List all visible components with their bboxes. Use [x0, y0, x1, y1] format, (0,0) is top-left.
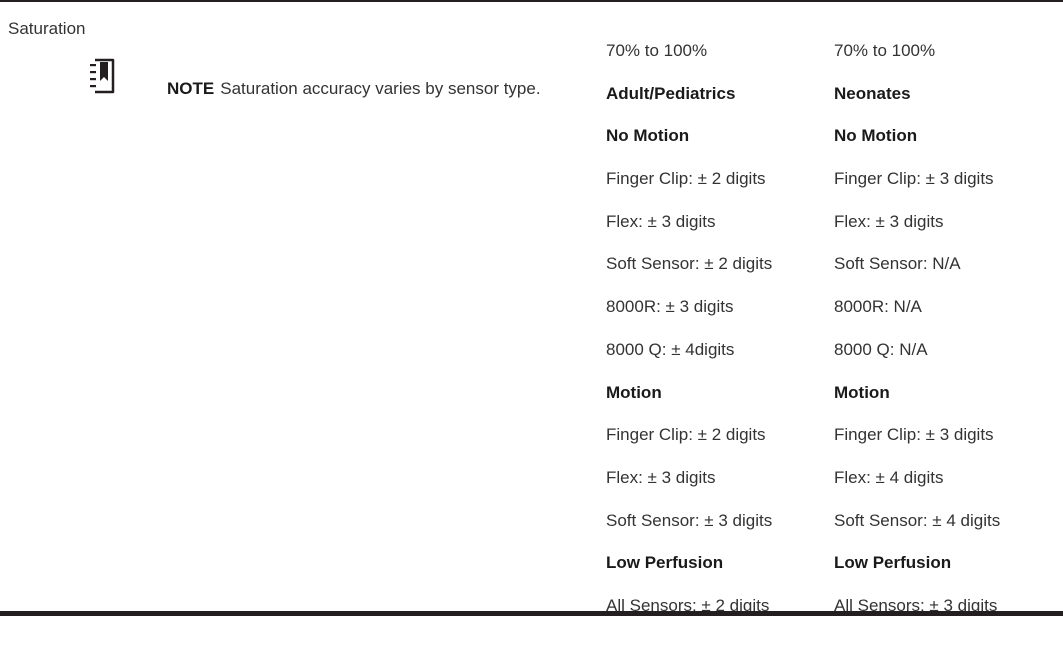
table-bottom-rule: [0, 611, 1063, 616]
spec-value: Soft Sensor: ± 3 digits: [606, 510, 773, 530]
spec-value: Flex: ± 3 digits: [606, 211, 716, 231]
spec-value: Finger Clip: ± 3 digits: [834, 169, 994, 189]
spec-value: Soft Sensor: ± 2 digits: [606, 254, 773, 274]
note-icon: [90, 58, 115, 94]
spec-value: 8000R: N/A: [834, 297, 922, 317]
column-subheading: Neonates: [834, 83, 911, 103]
spec-value: Flex: ± 3 digits: [606, 467, 716, 487]
column-neonates: 70% to 100% Neonates No Motion Finger Clip:…: [834, 30, 1063, 628]
column-subheading: Low Perfusion: [606, 553, 724, 573]
spec-value: Soft Sensor: N/A: [834, 254, 961, 274]
spec-value: 8000 Q: N/A: [834, 339, 928, 359]
spec-value: 70% to 100%: [834, 41, 936, 60]
note-keyword: NOTE: [167, 79, 215, 98]
column-subheading: Motion: [834, 382, 890, 402]
column-subheading: No Motion: [606, 126, 690, 146]
spec-value: All Sensors: ± 2 digits: [606, 595, 770, 615]
spec-value: Flex: ± 4 digits: [834, 467, 944, 487]
spec-value: 8000R: ± 3 digits: [606, 297, 734, 317]
column-subheading: Adult/Pediatrics: [606, 83, 736, 103]
table-top-rule: [0, 0, 1063, 2]
note-text-block: NOTE Saturation accuracy varies by sensor…: [167, 78, 592, 100]
spec-value: Soft Sensor: ± 4 digits: [834, 510, 1001, 530]
column-subheading: No Motion: [834, 126, 918, 146]
spec-value: Finger Clip: ± 2 digits: [606, 169, 766, 189]
spec-value: 8000 Q: ± 4digits: [606, 339, 735, 359]
spec-value: 70% to 100%: [606, 41, 708, 60]
spec-value: Finger Clip: ± 3 digits: [834, 425, 994, 445]
spec-value: Finger Clip: ± 2 digits: [606, 425, 766, 445]
note-text: Saturation accuracy varies by sensor typ…: [220, 79, 541, 98]
spec-value: Flex: ± 3 digits: [834, 211, 944, 231]
spec-value: All Sensors: ± 3 digits: [834, 595, 998, 615]
column-subheading: Motion: [606, 382, 662, 402]
column-adult-pediatrics: 70% to 100% Adult/Pediatrics No Motion Fing…: [606, 30, 836, 628]
column-subheading: Low Perfusion: [834, 553, 952, 573]
parameter-label: Saturation: [8, 19, 86, 38]
